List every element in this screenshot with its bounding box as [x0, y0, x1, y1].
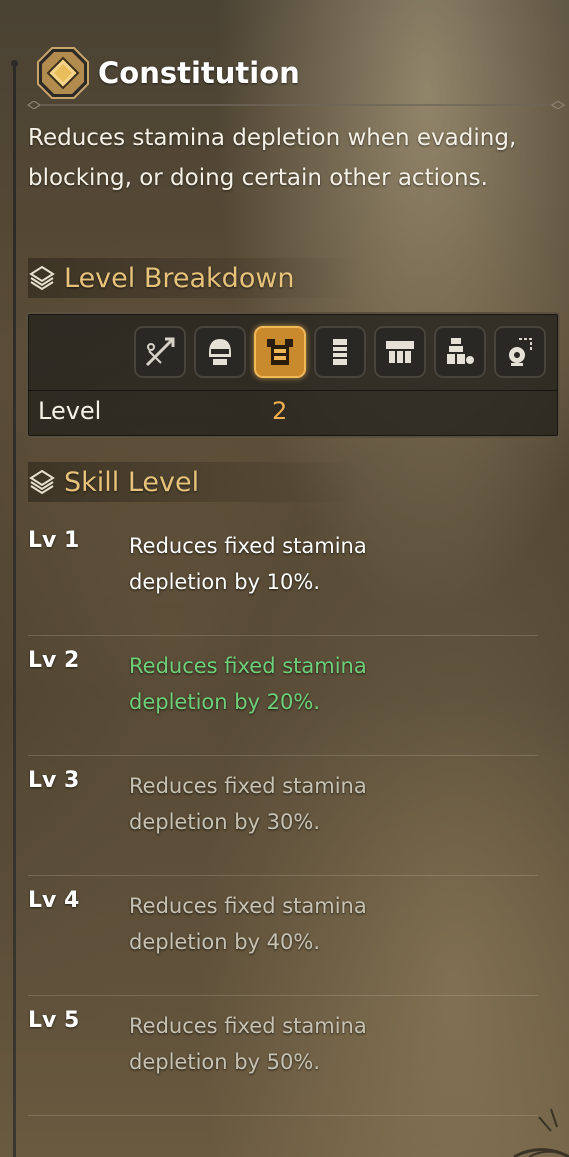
- skill-level-5: Lv 5 Reduces fixed stamina depletion by …: [28, 996, 538, 1116]
- skill-level-1: Lv 1 Reduces fixed stamina depletion by …: [28, 516, 538, 636]
- desc-line: depletion by 20%.: [129, 690, 321, 714]
- level-label: Level: [38, 397, 102, 425]
- skill-level-3: Lv 3 Reduces fixed stamina depletion by …: [28, 756, 538, 876]
- level-row: Level 2: [28, 390, 558, 434]
- arm-armor-icon[interactable]: [314, 326, 366, 378]
- chest-armor-icon[interactable]: [254, 326, 306, 378]
- level-value: 2: [272, 397, 288, 425]
- helm-icon[interactable]: [194, 326, 246, 378]
- leg-armor-icon[interactable]: [434, 326, 486, 378]
- skill-level-description: Reduces fixed stamina depletion by 30%.: [129, 768, 429, 840]
- skill-level-label: Lv 1: [28, 528, 80, 553]
- equipment-row: [134, 326, 546, 378]
- skill-level-label: Lv 4: [28, 888, 80, 913]
- title-divider: [26, 101, 566, 109]
- skill-level-label: Lv 5: [28, 1008, 80, 1033]
- skill-level-label: Lv 2: [28, 648, 80, 673]
- desc-line: Reduces fixed stamina: [129, 894, 367, 918]
- skill-level-heading: Skill Level: [28, 462, 358, 502]
- level-breakdown-heading: Level Breakdown: [28, 258, 358, 298]
- weapon-icon[interactable]: [134, 326, 186, 378]
- desc-line: depletion by 30%.: [129, 810, 321, 834]
- scroll-rail[interactable]: [13, 64, 16, 1157]
- diamond-badge-icon: [36, 46, 90, 100]
- level-breakdown-panel: Level 2: [26, 312, 560, 438]
- level-breakdown-title: Level Breakdown: [64, 262, 295, 294]
- desc-line: Reduces fixed stamina: [129, 654, 367, 678]
- skill-level-2: Lv 2 Reduces fixed stamina depletion by …: [28, 636, 538, 756]
- talisman-icon[interactable]: [494, 326, 546, 378]
- skill-title: Constitution: [98, 56, 300, 90]
- skill-level-description: Reduces fixed stamina depletion by 50%.: [129, 1008, 429, 1080]
- desc-line: depletion by 40%.: [129, 930, 321, 954]
- desc-line: depletion by 10%.: [129, 570, 321, 594]
- layers-icon: [29, 469, 55, 495]
- desc-line: Reduces fixed stamina: [129, 774, 367, 798]
- desc-line: depletion by 50%.: [129, 1050, 321, 1074]
- layers-icon: [29, 265, 55, 291]
- skill-header: Constitution: [36, 46, 300, 100]
- corner-ornament: [513, 1108, 569, 1157]
- skill-level-title: Skill Level: [64, 466, 200, 498]
- desc-line: Reduces fixed stamina: [129, 534, 367, 558]
- skill-level-description: Reduces fixed stamina depletion by 20%.: [129, 648, 429, 720]
- skill-level-description: Reduces fixed stamina depletion by 40%.: [129, 888, 429, 960]
- skill-description: Reduces stamina depletion when evading, …: [28, 125, 517, 191]
- waist-armor-icon[interactable]: [374, 326, 426, 378]
- skill-level-label: Lv 3: [28, 768, 80, 793]
- skill-level-list: Lv 1 Reduces fixed stamina depletion by …: [28, 516, 538, 1116]
- skill-level-4: Lv 4 Reduces fixed stamina depletion by …: [28, 876, 538, 996]
- desc-line: Reduces fixed stamina: [129, 1014, 367, 1038]
- skill-level-description: Reduces fixed stamina depletion by 10%.: [129, 528, 429, 600]
